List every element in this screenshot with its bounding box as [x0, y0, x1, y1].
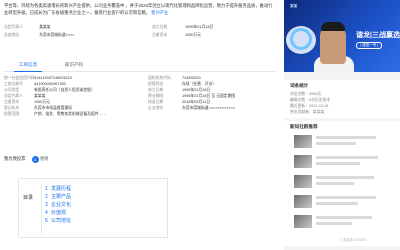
intro-link[interactable]: 新兴产业	[151, 10, 168, 15]
watermark: © 某某某 0000000	[340, 238, 367, 242]
detail-row: 经营范围 产销、批发、零售各类机械设备及配件……	[4, 112, 107, 116]
summary-capital: 注册资本 1050万元	[152, 33, 202, 37]
recommend-thumbnail[interactable]	[294, 195, 312, 208]
vote-bar: 我为我投票 0 感谢	[4, 154, 276, 164]
info-tabs: 工商信息 知识产权	[4, 58, 276, 72]
recommend-text-line	[316, 142, 356, 145]
company-summary: 法定代表人 某某某 成立日期 1995年01月18日 总部地址 东莞市莞城街道×…	[4, 25, 244, 45]
recommend-thumbnail[interactable]	[294, 175, 312, 188]
detail-row: 成立日期 1995年01月18日	[148, 88, 211, 92]
detail-row: 注册资本 1050万元	[4, 100, 51, 104]
toc-item[interactable]: 4 价值观	[45, 209, 71, 217]
detail-row: 经营状态 存续（在营、开业）	[148, 82, 217, 86]
recommend-text-line	[316, 222, 352, 225]
detail-row: 核准日期 2018年05月11日	[148, 100, 211, 104]
detail-row: 营业期限 1995年01月18日 至 无固定期限	[148, 94, 236, 98]
right-sidebar: 某某 谐龙|三战赢选 | 强国一号 | 词条统计 浏览次数：3966次 编辑次数…	[284, 0, 400, 250]
detail-row: 统一社会信用代码91441900724892521X	[4, 76, 73, 80]
banner-headline: 谐龙|三战赢选	[356, 32, 400, 39]
vote-thanks: 感谢	[39, 156, 49, 161]
banner-subline: | 强国一号 |	[356, 42, 383, 49]
stats-title: 词条统计	[290, 83, 309, 88]
banner-person-hair	[321, 22, 345, 31]
toc-item[interactable]: 5 公司地址	[45, 217, 71, 225]
intro-paragraph: 平台等，持续为各类高速增长的新兴产业提供，公司业务覆盖中 ，并于2020年创立以…	[4, 2, 276, 16]
recommend-card: 新知社群推荐 © 某某某 0000000	[284, 121, 400, 246]
recommend-thumbnail[interactable]	[294, 155, 312, 168]
detail-row: 工商注册号 441900000467350	[4, 82, 66, 86]
recommend-text-line	[316, 216, 372, 219]
recommend-text-line	[316, 136, 376, 139]
toc-divider	[41, 183, 42, 235]
toc-title: 目录	[23, 195, 34, 201]
recommend-text-line	[316, 182, 354, 185]
banner-ring-graphic	[290, 28, 312, 50]
stat-row: 最近更新：2021-03-18	[290, 104, 329, 108]
detail-row: 组织机构代码 724892521	[148, 76, 202, 80]
toc-item[interactable]: 1 发展历程	[45, 185, 71, 193]
summary-founded: 成立日期 1995年01月18日	[152, 25, 214, 29]
recommend-thumbnail[interactable]	[294, 215, 312, 228]
detail-row: 登记机关 东莞市市场监督管理局	[4, 106, 72, 110]
tab-ip[interactable]: 知识产权	[60, 60, 88, 72]
table-of-contents: 目录 1 发展历程 2 主要产品 3 企业文化 4 价值观 5 公司地址	[18, 178, 168, 238]
toc-item[interactable]: 3 企业文化	[45, 201, 71, 209]
banner-logo: 某某	[290, 4, 298, 8]
recommend-text-line	[316, 202, 358, 205]
tab-business-info[interactable]: 工商信息	[14, 60, 42, 72]
summary-legal-rep: 法定代表人 某某某	[4, 25, 51, 29]
recommend-thumbnail[interactable]	[294, 135, 312, 148]
business-info-table: 统一社会信用代码91441900724892521X 组织机构代码 7248925…	[4, 76, 276, 156]
vote-label: 我为我投票	[4, 156, 26, 162]
stat-row: 突出贡献者：某某某	[290, 110, 325, 114]
recommend-text-line	[316, 176, 374, 179]
detail-row: 企业地址 东莞市莞城街道××××××××××××	[148, 106, 236, 110]
summary-address: 总部地址 东莞市莞城街道××××	[4, 33, 75, 37]
vote-count-badge[interactable]: 0	[31, 155, 39, 163]
detail-row: 法定代表人 某某某	[4, 94, 46, 98]
toc-list: 1 发展历程 2 主要产品 3 企业文化 4 价值观 5 公司地址	[45, 185, 71, 225]
recommend-title[interactable]: 新知社群推荐	[290, 124, 318, 130]
entry-stats-card: 词条统计 浏览次数：3966次 编辑次数：6次历史版本 最近更新：2021-03…	[284, 80, 400, 118]
recommend-text-line	[316, 196, 376, 199]
stat-row: 编辑次数：6次历史版本	[290, 98, 331, 102]
stat-row: 浏览次数：3966次	[290, 92, 322, 96]
recommend-text-line	[316, 156, 378, 159]
ad-banner[interactable]: 某某 谐龙|三战赢选 | 强国一号 |	[284, 0, 400, 72]
intro-text: 平台等，持续为各类高速增长的新兴产业提供，公司业务覆盖中 ，并于2020年创立以…	[4, 3, 273, 15]
detail-row: 公司类型 有限责任公司（自然人投资或控股）	[4, 88, 95, 92]
main-content: 平台等，持续为各类高速增长的新兴产业提供，公司业务覆盖中 ，并于2020年创立以…	[0, 0, 280, 250]
toc-item[interactable]: 2 主要产品	[45, 193, 71, 201]
recommend-text-line	[316, 162, 360, 165]
